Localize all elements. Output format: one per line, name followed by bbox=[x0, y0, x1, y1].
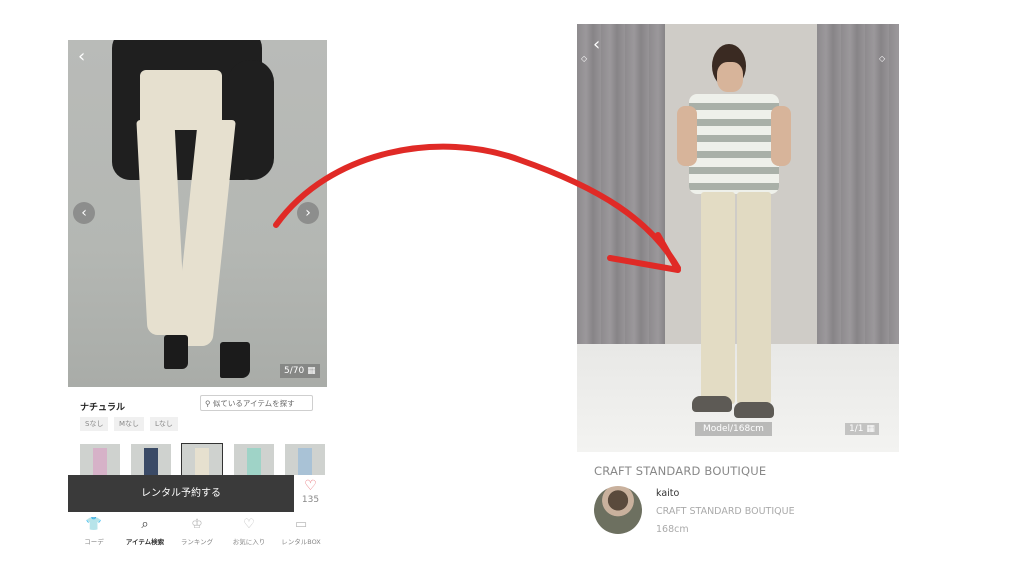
size-chip-l[interactable]: Lなし bbox=[150, 417, 178, 431]
product-photo[interactable]: ‹ ‹ › 5/70 ▦ bbox=[68, 40, 327, 387]
left-app-screen: ‹ ‹ › 5/70 ▦ ナチュラル ⚲ 似ているアイテムを探す Sなし Mなし… bbox=[68, 40, 327, 552]
staff-coordinate-photo[interactable]: ‹ ◇ ◇ Model/168cm 1/1 ▦ bbox=[577, 24, 899, 452]
grid-icon[interactable]: ▦ bbox=[866, 424, 875, 434]
shirt-icon: 👕 bbox=[85, 517, 103, 532]
color-label: ナチュラル bbox=[80, 403, 126, 413]
brand-logo-icon: ◇ bbox=[879, 54, 886, 63]
search-icon: ⌕ bbox=[141, 517, 149, 532]
color-thumbnail-blue[interactable] bbox=[285, 444, 325, 476]
back-chevron-icon[interactable]: ‹ bbox=[593, 34, 600, 55]
search-icon: ⚲ bbox=[205, 399, 211, 408]
staff-info-panel: CRAFT STANDARD BOUTIQUE kaito CRAFT STAN… bbox=[577, 458, 899, 568]
rent-reserve-button[interactable]: レンタル予約する bbox=[68, 475, 294, 512]
heart-icon: ♡ bbox=[304, 478, 317, 494]
left-curtain bbox=[577, 24, 665, 344]
size-chip-m[interactable]: Mなし bbox=[114, 417, 145, 431]
tab-coordinate[interactable]: 👕 コーデ bbox=[68, 517, 120, 546]
bottom-tab-bar: 👕 コーデ ⌕ アイテム検索 ♔ ランキング ♡ お気に入り ▭ レンタルBOX bbox=[68, 515, 327, 552]
photo-counter: 5/70 ▦ bbox=[280, 364, 320, 378]
box-icon: ▭ bbox=[294, 517, 308, 532]
next-photo-button[interactable]: › bbox=[297, 202, 319, 224]
brand-logo-icon: ◇ bbox=[581, 54, 588, 63]
color-thumbnail-pink[interactable] bbox=[80, 444, 120, 476]
staff-height: 168cm bbox=[656, 524, 689, 535]
tab-ranking[interactable]: ♔ ランキング bbox=[171, 517, 223, 546]
heart-icon: ♡ bbox=[243, 517, 255, 532]
tab-favorites[interactable]: ♡ お気に入り bbox=[223, 517, 275, 546]
model-height-badge: Model/168cm bbox=[695, 422, 772, 436]
grid-icon[interactable]: ▦ bbox=[307, 366, 316, 376]
color-thumbnail-mint[interactable] bbox=[234, 444, 274, 476]
staff-shop[interactable]: CRAFT STANDARD BOUTIQUE bbox=[656, 506, 795, 517]
size-chip-s[interactable]: Sなし bbox=[80, 417, 109, 431]
photo-counter: 1/1 ▦ bbox=[845, 423, 879, 435]
avatar[interactable] bbox=[594, 486, 642, 534]
search-similar-button[interactable]: ⚲ 似ているアイテムを探す bbox=[200, 395, 313, 411]
favorite-count: 135 bbox=[301, 495, 320, 505]
staff-name[interactable]: kaito bbox=[656, 488, 679, 499]
prev-photo-button[interactable]: ‹ bbox=[73, 202, 95, 224]
right-curtain bbox=[817, 24, 899, 344]
tab-rental-box[interactable]: ▭ レンタルBOX bbox=[275, 517, 327, 546]
shop-title[interactable]: CRAFT STANDARD BOUTIQUE bbox=[594, 464, 766, 478]
favorite-button[interactable]: ♡ 135 bbox=[294, 475, 327, 512]
back-chevron-icon[interactable]: ‹ bbox=[78, 46, 85, 67]
color-thumbnail-navy[interactable] bbox=[131, 444, 171, 476]
color-thumbnail-natural[interactable] bbox=[181, 443, 223, 477]
crown-icon: ♔ bbox=[191, 517, 203, 532]
tab-item-search[interactable]: ⌕ アイテム検索 bbox=[119, 517, 171, 546]
